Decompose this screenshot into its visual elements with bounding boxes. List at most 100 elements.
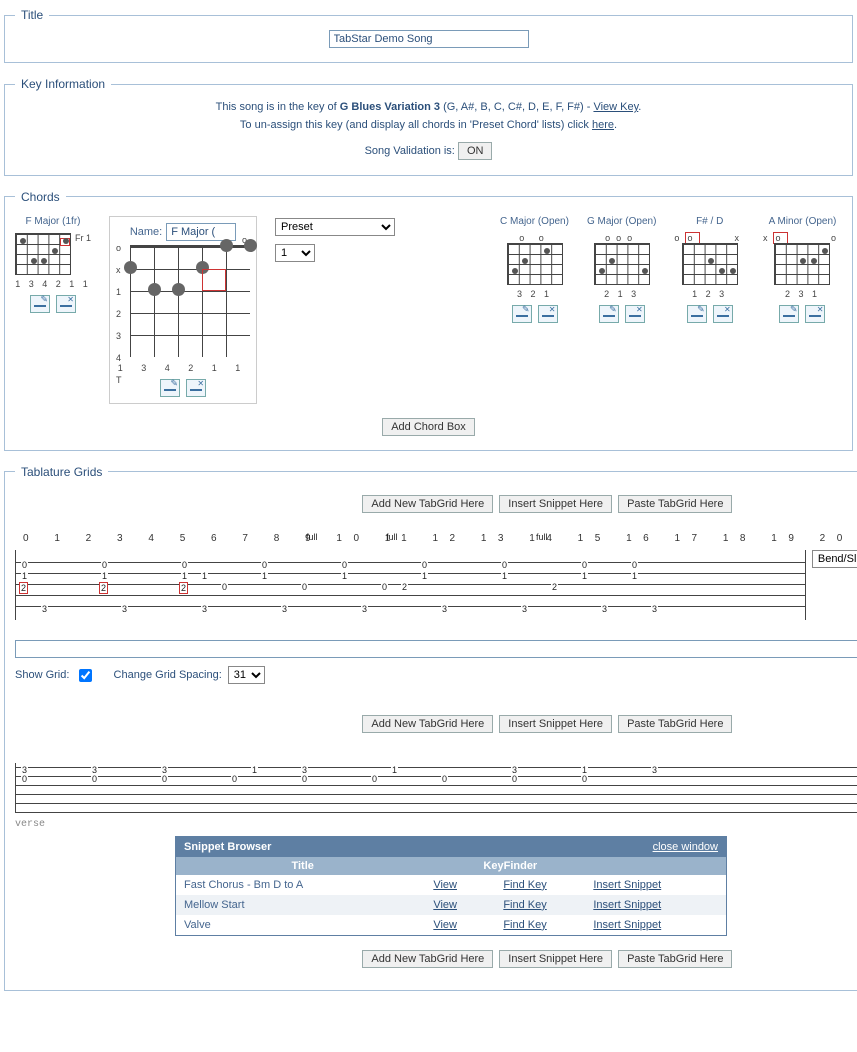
song-title-input[interactable]	[329, 30, 529, 48]
snippet-row: ValveViewFind KeyInsert Snippet	[176, 915, 726, 935]
chord-name: F# / D	[696, 216, 723, 227]
chord-a-minor: A Minor (Open) xo o 2 3 1	[763, 216, 842, 323]
add-chord-box-button[interactable]: Add Chord Box	[382, 418, 475, 436]
paste-tabgrid-button-3[interactable]: Paste TabGrid Here	[618, 950, 732, 968]
delete-chord-icon[interactable]	[625, 305, 645, 323]
validation-toggle[interactable]: ON	[458, 142, 493, 160]
snippet-row: Fast Chorus - Bm D to AViewFind KeyInser…	[176, 875, 726, 895]
key-line1a: This song is in the key of	[216, 101, 340, 113]
chord-name: G Major (Open)	[587, 216, 656, 227]
unassign-here-link[interactable]: here	[592, 119, 614, 131]
chord-editor: Name: ox1234T o 1 3 4 2 1 1	[109, 216, 257, 404]
chord-diagram	[507, 243, 563, 285]
insert-link[interactable]: Insert Snippet	[593, 879, 661, 891]
open-closed: o o	[519, 233, 550, 242]
chord-g-major: G Major (Open) ooo 2 1 3	[587, 216, 656, 323]
validation-label: Song Validation is:	[365, 145, 455, 157]
fingers: 3 2 1	[517, 289, 552, 299]
paste-tabgrid-button[interactable]: Paste TabGrid Here	[618, 495, 732, 513]
bend-label: full	[536, 532, 548, 542]
name-label: Name:	[130, 226, 162, 238]
insert-link[interactable]: Insert Snippet	[593, 899, 661, 911]
edit-chord-icon[interactable]	[30, 295, 50, 313]
edit-chord-icon[interactable]	[779, 305, 799, 323]
view-link[interactable]: View	[433, 919, 457, 931]
snippet-browser: Snippet Browserclose window TitleKeyFind…	[175, 836, 727, 936]
chord-name: C Major (Open)	[500, 216, 569, 227]
open-closed: ooo	[605, 233, 638, 242]
bend-label: full	[386, 532, 398, 542]
add-tabgrid-button[interactable]: Add New TabGrid Here	[362, 495, 493, 513]
chord-fsharp-d: F# / D oo x 1 2 3	[674, 216, 745, 323]
fingers: 2 3 1	[785, 289, 820, 299]
chord-c-major: C Major (Open) o o 3 2 1	[500, 216, 569, 323]
open-closed: oo x	[674, 233, 745, 242]
bend-slide-select[interactable]: Bend/Slide etc	[812, 550, 857, 568]
insert-snippet-button-2[interactable]: Insert Snippet Here	[499, 715, 612, 733]
add-tabgrid-button-2[interactable]: Add New TabGrid Here	[362, 715, 493, 733]
tablature-fieldset: Tablature Grids Add New TabGrid Here Ins…	[4, 465, 857, 991]
chord-diagram	[594, 243, 650, 285]
insert-link[interactable]: Insert Snippet	[593, 919, 661, 931]
big-chord-grid[interactable]: ox1234T o	[130, 245, 250, 357]
insert-snippet-button[interactable]: Insert Snippet Here	[499, 495, 612, 513]
chord-diagram	[774, 243, 830, 285]
tab-text-input[interactable]	[15, 640, 857, 658]
preset-select[interactable]: Preset	[275, 218, 395, 236]
chord-diagram	[15, 233, 71, 275]
show-grid-label: Show Grid:	[15, 669, 69, 681]
paste-tabgrid-button-2[interactable]: Paste TabGrid Here	[618, 715, 732, 733]
verse-label: verse	[15, 819, 857, 830]
view-key-link[interactable]: View Key	[593, 101, 638, 113]
snippet-row: Mellow StartViewFind KeyInsert Snippet	[176, 895, 726, 915]
edit-chord-icon[interactable]	[687, 305, 707, 323]
delete-chord-icon[interactable]	[56, 295, 76, 313]
fingers: 2 1 3	[604, 289, 639, 299]
tab-grid-1[interactable]: full full full 0123 0123 012310 0130 013…	[15, 550, 806, 620]
tablature-legend: Tablature Grids	[15, 465, 108, 479]
add-tabgrid-button-3[interactable]: Add New TabGrid Here	[362, 950, 493, 968]
bend-label: full	[306, 532, 318, 542]
key-fieldset: Key Information This song is in the key …	[4, 77, 853, 176]
edit-big-chord-icon[interactable]	[160, 379, 180, 397]
findkey-link[interactable]: Find Key	[503, 899, 546, 911]
fingers: 1 3 4 2 1 1	[15, 279, 91, 289]
chords-legend: Chords	[15, 190, 66, 204]
col-title: Title	[184, 860, 421, 872]
insert-snippet-button-3[interactable]: Insert Snippet Here	[499, 950, 612, 968]
findkey-link[interactable]: Find Key	[503, 919, 546, 931]
fret-label: Fr 1	[75, 233, 91, 243]
fret-select[interactable]: 1	[275, 244, 315, 262]
key-line1b: (G, A#, B, C, C#, D, E, F, F#) -	[440, 101, 593, 113]
tab-grid-2[interactable]: 30 30 30 01 30 01 0 30 10 3	[15, 763, 857, 813]
chords-fieldset: Chords F Major (1fr) Fr 1 1 3 4 2 1 1 Na…	[4, 190, 853, 451]
show-grid-checkbox[interactable]	[79, 669, 92, 682]
close-snippet-browser-link[interactable]: close window	[653, 841, 718, 853]
grid-row-labels: ox1234T	[116, 237, 122, 391]
chords-row: F Major (1fr) Fr 1 1 3 4 2 1 1 Name: ox1…	[15, 212, 842, 408]
chord-diagram	[682, 243, 738, 285]
open-closed: xo o	[763, 233, 842, 242]
view-link[interactable]: View	[433, 879, 457, 891]
spacing-label: Change Grid Spacing:	[114, 669, 222, 681]
delete-chord-icon[interactable]	[805, 305, 825, 323]
title-fieldset: Title	[4, 8, 853, 63]
fingers: 1 2 3	[692, 289, 727, 299]
fret-header: 0 1 2 3 4 5 6 7 8 9 10 11 12 13 14 15 16…	[23, 533, 857, 544]
delete-chord-icon[interactable]	[713, 305, 733, 323]
title-legend: Title	[15, 8, 49, 22]
delete-chord-icon[interactable]	[538, 305, 558, 323]
col-keyfinder: KeyFinder	[421, 860, 599, 872]
chord-name: A Minor (Open)	[769, 216, 837, 227]
view-link[interactable]: View	[433, 899, 457, 911]
big-fingers: 1 3 4 2 1 1	[118, 363, 249, 373]
chord-f-major-1fr: F Major (1fr) Fr 1 1 3 4 2 1 1	[15, 216, 91, 313]
edit-chord-icon[interactable]	[512, 305, 532, 323]
edit-chord-icon[interactable]	[599, 305, 619, 323]
delete-big-chord-icon[interactable]	[186, 379, 206, 397]
spacing-select[interactable]: 31	[228, 666, 265, 684]
chord-name: F Major (1fr)	[26, 216, 81, 227]
key-text: This song is in the key of G Blues Varia…	[15, 99, 842, 161]
key-line2a: To un-assign this key (and display all c…	[240, 119, 592, 131]
findkey-link[interactable]: Find Key	[503, 879, 546, 891]
